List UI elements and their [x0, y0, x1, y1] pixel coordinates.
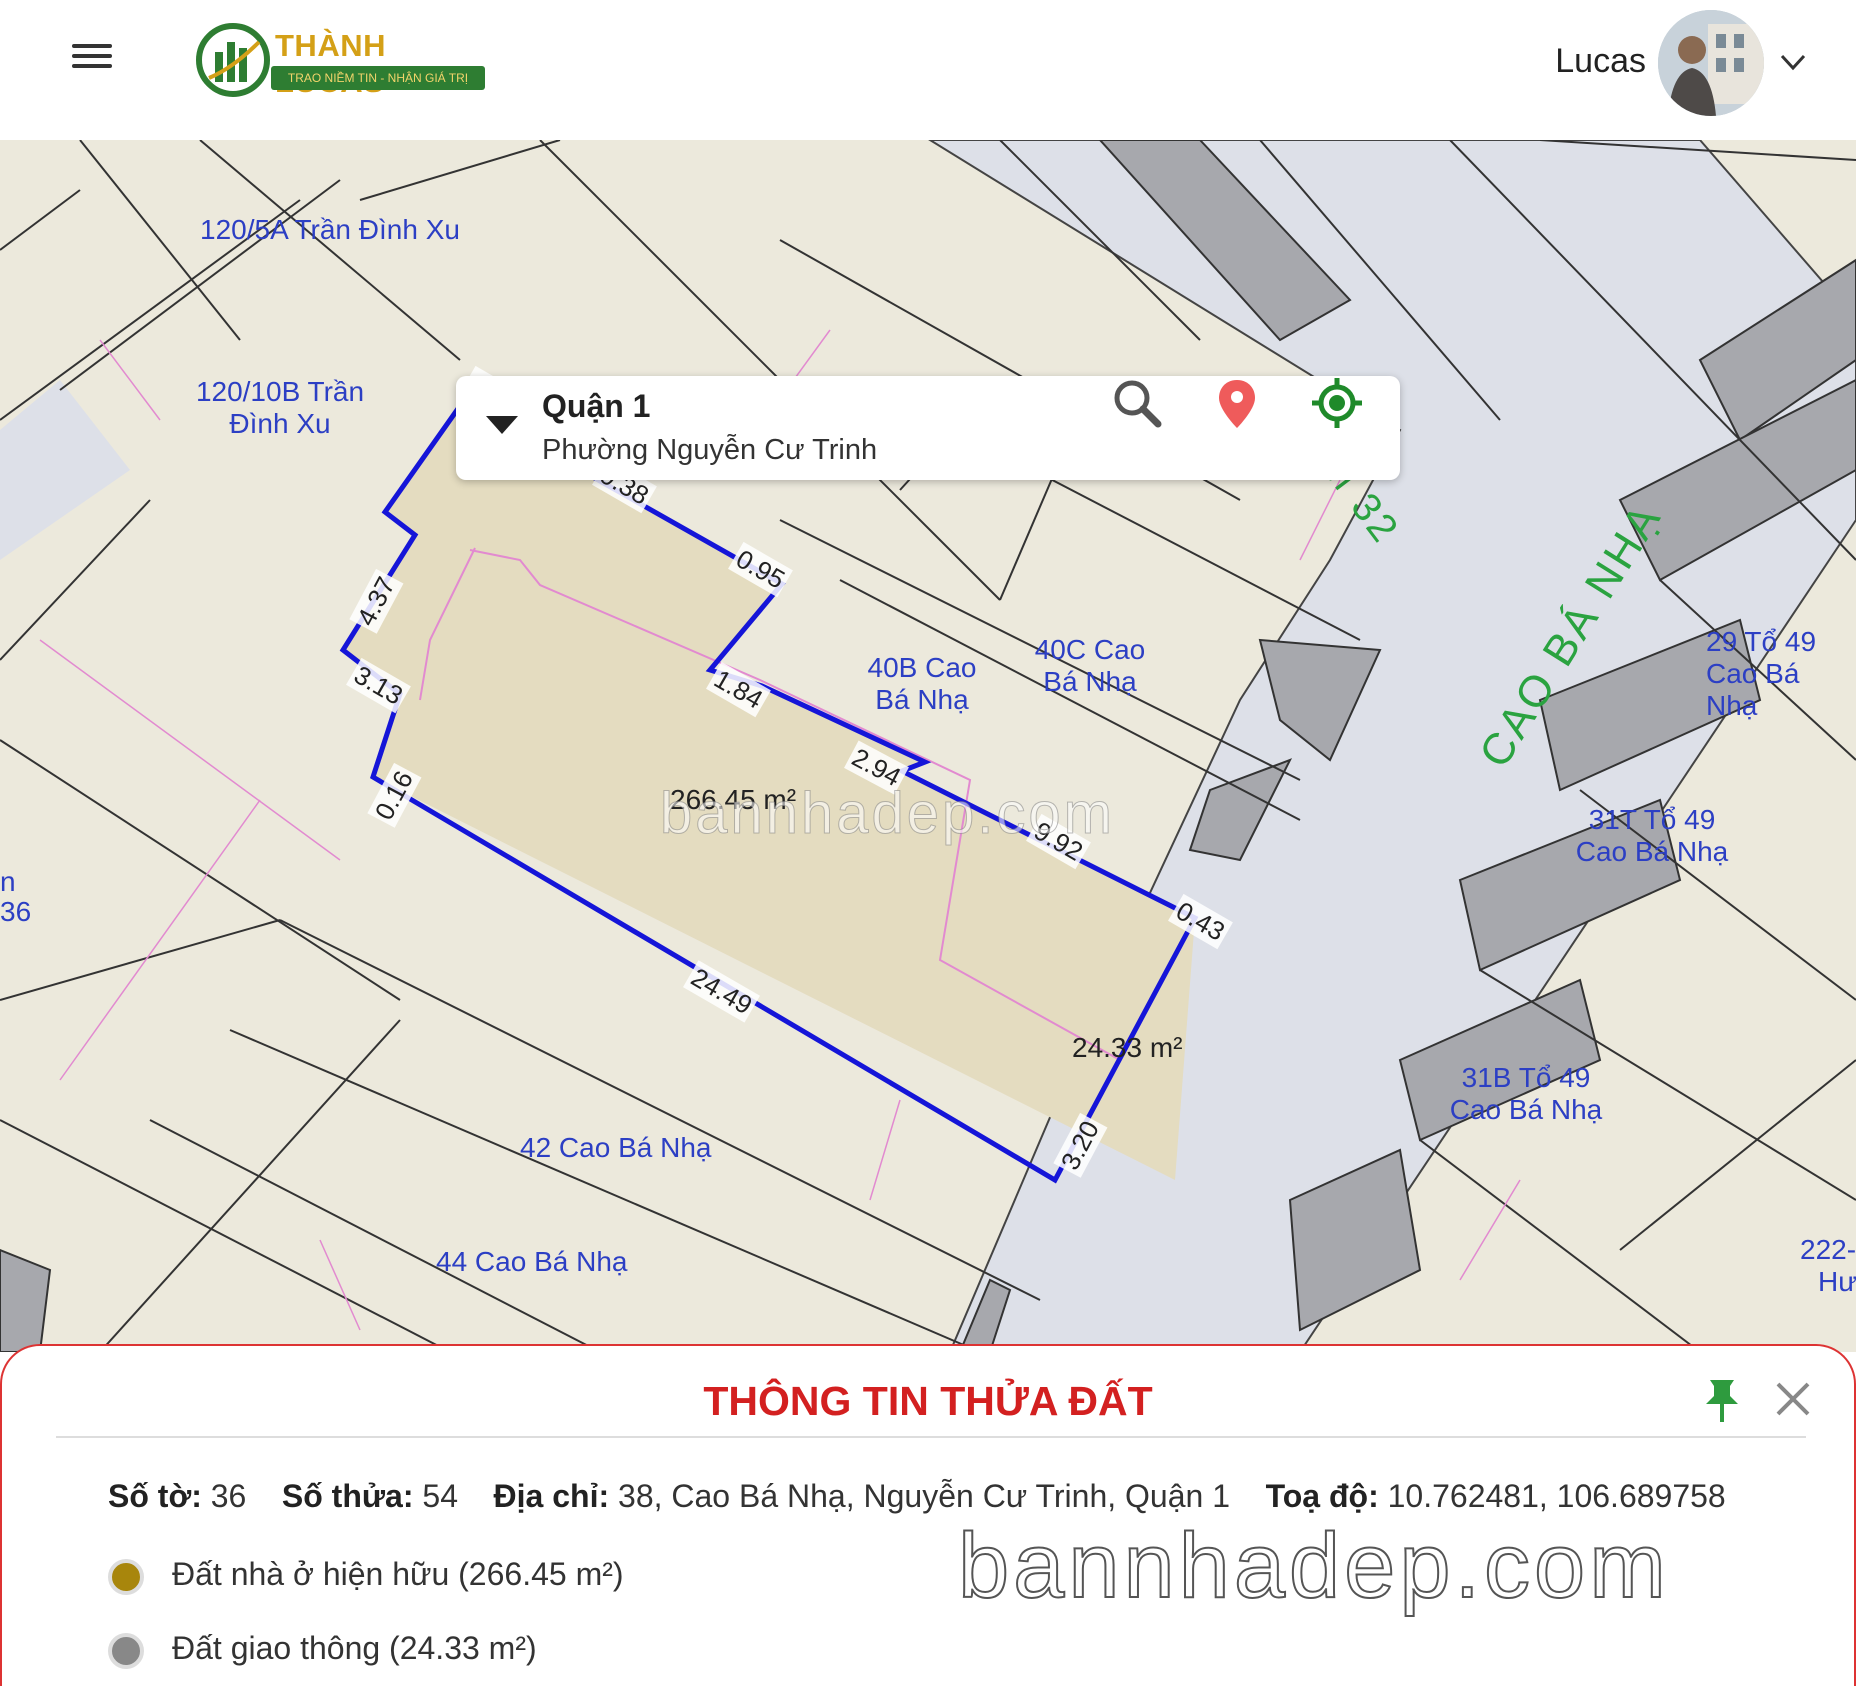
divider: [56, 1436, 1806, 1438]
plot-label[interactable]: Hư: [1818, 1266, 1856, 1298]
plot-label[interactable]: 36: [0, 896, 31, 928]
plot-label[interactable]: 120/5A Trần Đình Xu: [200, 214, 460, 246]
logo-tagline: TRAO NIỀM TIN - NHẬN GIÁ TRỊ: [271, 66, 485, 90]
avatar[interactable]: [1658, 10, 1764, 116]
parcel-info-panel: THÔNG TIN THỬA ĐẤT Số tờ: 36 Số thửa: 54…: [0, 1344, 1856, 1686]
parcel-info-row: Số tờ: 36 Số thửa: 54 Địa chỉ: 38, Cao B…: [108, 1478, 1726, 1515]
plot-label[interactable]: 44 Cao Bá Nhạ: [436, 1246, 627, 1278]
legend-item: Đất giao thông (24.33 m²): [108, 1630, 537, 1669]
logo-emblem-icon: [196, 23, 270, 97]
close-icon[interactable]: [1772, 1378, 1814, 1420]
dia-chi-value: 38, Cao Bá Nhạ, Nguyễn Cư Trinh, Quận 1: [618, 1478, 1230, 1514]
toa-do-value: 10.762481, 106.689758: [1387, 1478, 1726, 1514]
chevron-down-icon[interactable]: [1776, 48, 1810, 76]
plot-label[interactable]: 29 Tổ 49 Cao Bá Nhạ: [1706, 626, 1856, 722]
plot-label[interactable]: 40C Cao Bá Nhạ: [1030, 634, 1150, 698]
dia-chi-label: Địa chỉ:: [493, 1478, 610, 1514]
menu-icon[interactable]: [72, 38, 112, 78]
watermark: bannhadep.com: [660, 781, 1115, 847]
watermark: bannhadep.com: [957, 1514, 1670, 1618]
legend-item: Đất nhà ở hiện hữu (266.45 m²): [108, 1556, 624, 1595]
cadastral-map[interactable]: 120/5A Trần Đình Xu 120/10B Trần Đình Xu…: [0, 140, 1856, 1352]
map-canvas[interactable]: [0, 140, 1856, 1352]
area-label-road: 24.33 m²: [1072, 1032, 1183, 1063]
legend-dot-traffic: [108, 1632, 144, 1669]
plot-label[interactable]: 40B Cao Bá Nhạ: [862, 652, 982, 716]
dropdown-arrow-icon[interactable]: [486, 416, 518, 434]
user-name[interactable]: Lucas: [1555, 42, 1646, 81]
ward-name[interactable]: Phường Nguyễn Cư Trinh: [542, 434, 877, 467]
district-name[interactable]: Quận 1: [542, 388, 650, 425]
plot-label[interactable]: 222-: [1800, 1234, 1856, 1266]
pin-icon[interactable]: [1702, 1376, 1742, 1424]
logo[interactable]: THÀNH LUCAS TRAO NIỀM TIN - NHẬN GIÁ TRỊ: [195, 22, 495, 102]
location-pin-icon[interactable]: [1210, 376, 1264, 430]
plot-label[interactable]: 42 Cao Bá Nhạ: [520, 1132, 711, 1164]
so-thua-value: 54: [422, 1478, 458, 1514]
location-selector[interactable]: Quận 1 Phường Nguyễn Cư Trinh: [456, 376, 1400, 480]
panel-title: THÔNG TIN THỬA ĐẤT: [703, 1378, 1153, 1424]
plot-label[interactable]: 31B Tổ 49 Cao Bá Nhạ: [1446, 1062, 1606, 1126]
plot-label[interactable]: n: [0, 866, 16, 898]
so-to-label: Số tờ:: [108, 1478, 202, 1514]
legend-dot-residential: [108, 1558, 144, 1595]
so-to-value: 36: [210, 1478, 247, 1514]
plot-label[interactable]: 120/10B Trần Đình Xu: [190, 376, 370, 440]
legend-label: Đất giao thông (24.33 m²): [172, 1630, 537, 1666]
app-header: THÀNH LUCAS TRAO NIỀM TIN - NHẬN GIÁ TRỊ…: [0, 0, 1856, 140]
search-icon[interactable]: [1110, 376, 1164, 430]
so-thua-label: Số thửa:: [281, 1478, 414, 1514]
legend-label: Đất nhà ở hiện hữu (266.45 m²): [172, 1556, 624, 1592]
toa-do-label: Toạ độ:: [1265, 1478, 1379, 1514]
plot-label[interactable]: 31T Tổ 49 Cao Bá Nhạ: [1572, 804, 1732, 868]
gps-target-icon[interactable]: [1310, 376, 1364, 430]
